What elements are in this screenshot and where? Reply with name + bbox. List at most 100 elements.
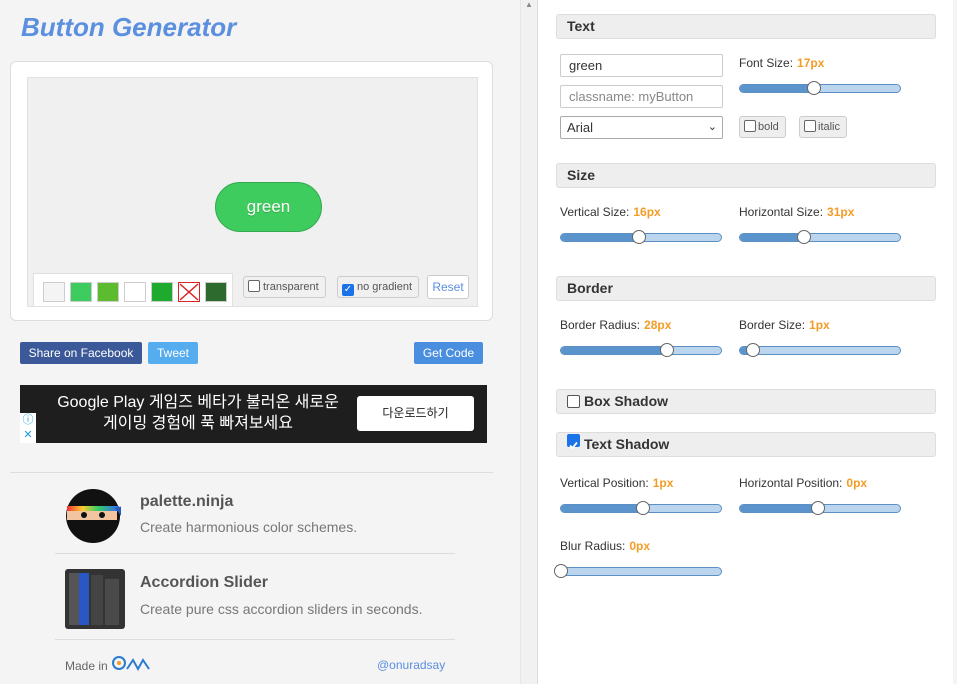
border-section-header[interactable]: Border [556,276,936,301]
ninja-icon [65,488,125,548]
share-facebook-button[interactable]: Share on Facebook [20,342,142,364]
slider-handle[interactable] [659,343,674,357]
italic-checkbox[interactable]: italic [799,116,848,138]
slider-fill [740,234,804,241]
size-section-header[interactable]: Size [556,163,936,188]
swatch-dark-green[interactable] [151,282,173,302]
ad-banner[interactable]: Google Play 게임즈 베타가 불러온 새로운 게이밍 경험에 푹 빠져… [20,385,487,443]
swatch-white[interactable] [124,282,146,302]
box-shadow-label: Box Shadow [584,393,669,409]
box-shadow-section-header[interactable]: Box Shadow [556,389,936,414]
promo-title: palette.ninja [140,493,234,510]
checkbox-icon[interactable] [567,395,580,408]
italic-label: italic [818,121,841,133]
horizontal-size-slider[interactable] [739,230,901,244]
preview-button[interactable]: green [215,182,322,232]
horizontal-size-value: 31px [827,205,855,219]
ad-line-2: 게이밍 경험에 푹 빠져보세요 [103,415,293,432]
text-section-header[interactable]: Text [556,14,936,39]
transparent-checkbox[interactable]: transparent [243,276,326,298]
border-size-slider[interactable] [739,343,901,357]
border-radius-label: Border Radius: 28px [560,318,671,332]
ad-download-button[interactable]: 다운로드하기 [357,396,474,431]
blur-radius-label: Blur Radius: 0px [560,539,650,553]
font-select[interactable]: Arial ⌄ [560,116,723,139]
text-shadow-section-header[interactable]: Text Shadow [556,432,936,457]
checkbox-icon [744,120,756,132]
no-color-icon [179,283,199,301]
checkbox-icon [804,120,816,132]
settings-panel: Text green classname: myButton Arial ⌄ F… [537,0,953,684]
ad-line-1: Google Play 게임즈 베타가 불러온 새로운 [57,394,339,411]
swatch-none[interactable] [178,282,200,302]
blur-radius-label-text: Blur Radius: [560,539,626,553]
swatch-green[interactable] [70,282,92,302]
border-radius-slider[interactable] [560,343,722,357]
close-icon[interactable]: ✕ [20,428,36,443]
border-size-label-text: Border Size: [739,318,806,332]
scrollbar[interactable]: ▲ [520,0,537,684]
swatch-lime[interactable] [97,282,119,302]
vertical-size-slider[interactable] [560,230,722,244]
border-size-value: 1px [809,318,830,332]
horizontal-position-label: Horizontal Position: 0px [739,476,867,490]
slider-handle[interactable] [632,230,647,244]
transparent-label: transparent [263,281,319,293]
slider-handle[interactable] [635,501,650,515]
swatch-light-gray[interactable] [43,282,65,302]
horizontal-size-label-text: Horizontal Size: [739,205,824,219]
made-in-label: Made in [65,659,108,673]
slider-handle[interactable] [797,230,811,244]
scroll-up-arrow-icon[interactable]: ▲ [525,0,533,9]
info-icon[interactable]: ⓘ [20,413,36,428]
slider-fill [740,505,819,512]
ad-choices[interactable]: ⓘ ✕ [20,413,36,443]
border-size-label: Border Size: 1px [739,318,830,332]
vertical-size-value: 16px [633,205,661,219]
promo-desc: Create harmonious color schemes. [140,519,358,535]
made-in-text: Made in [65,656,153,674]
slider-fill [561,347,667,354]
border-radius-value: 28px [644,318,672,332]
checkmark-icon: ✓ [342,284,354,296]
promo-accordion-slider[interactable]: Accordion Slider Create pure css accordi… [55,561,455,641]
slider-fill [561,234,640,241]
slider-fill [561,505,643,512]
no-gradient-label: no gradient [357,281,413,293]
tweet-button[interactable]: Tweet [148,342,198,364]
slider-handle[interactable] [811,501,826,515]
horizontal-position-slider[interactable] [739,501,901,515]
horizontal-size-label: Horizontal Size: 31px [739,205,854,219]
get-code-button[interactable]: Get Code [414,342,483,364]
checkbox-icon [248,280,260,292]
promo-palette-ninja[interactable]: palette.ninja Create harmonious color sc… [55,480,455,560]
izmir-logo [112,656,150,672]
swatch-forest[interactable] [205,282,227,302]
slider-fill [740,85,814,92]
promo-desc: Create pure css accordion sliders in sec… [140,601,423,617]
font-size-label: Font Size: 17px [739,56,824,70]
accordion-icon [65,569,125,629]
twitter-handle-link[interactable]: @onuradsay [377,658,445,672]
vertical-size-label-text: Vertical Size: [560,205,630,219]
swatch-bar [33,273,233,306]
slider-handle[interactable] [554,564,568,578]
chevron-down-icon: ⌄ [707,121,717,133]
vertical-position-slider[interactable] [560,501,722,515]
bold-checkbox[interactable]: bold [739,116,786,138]
slider-handle[interactable] [745,343,760,357]
page-title: Button Generator [21,12,237,42]
promo-title: Accordion Slider [140,574,269,591]
slider-handle[interactable] [806,81,821,95]
blur-radius-slider[interactable] [554,564,722,578]
no-gradient-checkbox[interactable]: ✓ no gradient [337,276,420,298]
divider [55,639,455,640]
font-size-value: 17px [797,56,825,70]
horizontal-position-label-text: Horizontal Position: [739,476,843,490]
checkmark-icon[interactable] [567,434,580,450]
classname-input[interactable]: classname: myButton [560,85,723,108]
button-text-input[interactable]: green [560,54,723,77]
reset-button[interactable]: Reset [427,275,469,299]
font-size-slider[interactable] [739,81,901,95]
vertical-size-label: Vertical Size: 16px [560,205,661,219]
